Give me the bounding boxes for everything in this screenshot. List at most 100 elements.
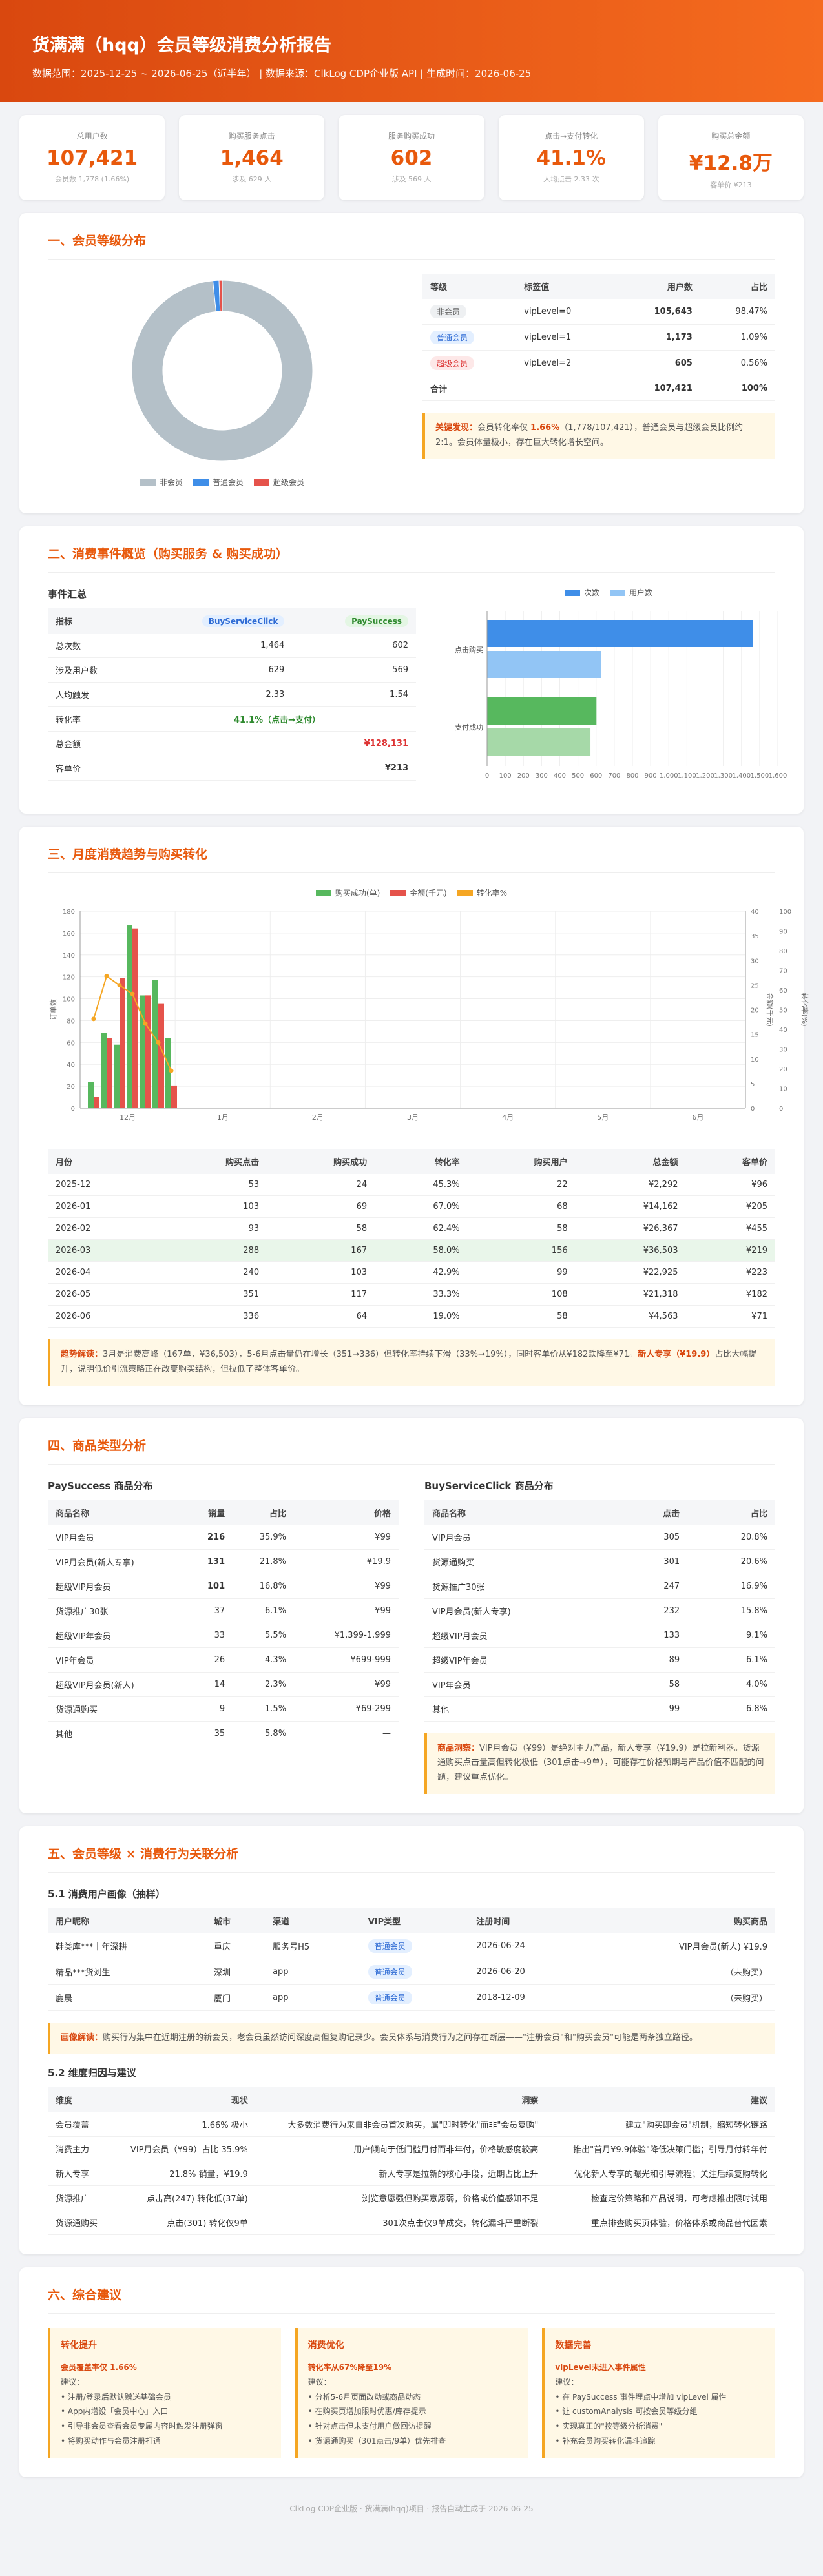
list-item: • 让 customAnalysis 可按会员等级分组 [555,2407,698,2416]
user-profile-table: 用户昵称 城市 渠道 VIP类型 注册时间 购买商品 鞋类库***十年深耕 重庆 服务号H5 普通… [48,1908,775,2011]
subsection-title: 事件汇总 [48,588,87,600]
y3-tick-label: 30 [779,1047,787,1054]
x-tick-label: 2月 [312,1113,324,1122]
y2-tick-label: 35 [751,933,759,940]
card-lead: 建议： [555,2377,579,2387]
bar-orders [101,1033,107,1108]
section-monthly-trend: 三、月度消费趋势与购买转化 购买成功(单) 金额(千元) 转化率% 0 20 40 6… [19,827,809,1405]
y3-tick-label: 20 [779,1066,787,1073]
y3-tick-label: 100 [779,909,791,916]
x-tick-label: 0 [485,772,489,779]
kpi-value: 41.1% [536,147,606,170]
x-tick-label: 400 [554,772,566,779]
table-row: 2026-01 103 69 67.0% 68 ¥14,162 ¥205 [48,1195,775,1218]
y3-tick-label: 60 [779,987,787,994]
x-tick-label: 800 [626,772,638,779]
card-title: 转化率从67%降至19% [307,2363,392,2373]
kpi-value: 107,421 [47,147,138,170]
section-vip-behavior: 五、会员等级 × 消费行为关联分析 5.1 消费用户画像（抽样） 用户昵称 城市渠… [19,1826,804,2254]
x-tick-label: 12月 [120,1113,136,1122]
card-title: 会员覆盖率仅 1.66% [61,2363,137,2373]
section-title: 四、商品类型分析 [48,1436,775,1465]
card-title: vipLevel未进入事件属性 [555,2363,646,2373]
table-row: 货源推广30张 37 6.1% ¥99 [48,1598,399,1623]
point-conversion [169,1068,174,1073]
level-badge: 普通会员 [430,331,475,344]
report-meta: 数据范围：2025-12-25 ~ 2026-06-25（近半年） | 数据来源… [32,68,532,79]
bar [487,728,591,756]
legend-item: 非会员 [140,477,183,488]
member-level-table: 等级 标签值 用户数 占比 非会员 vipLevel=0 105,643 98.47% 普通… [422,274,775,401]
y-axis-label: 订单数 [49,999,57,1020]
y3-axis-label: 转化率(%) [800,993,809,1026]
kpi-label: 购买服务点击 [228,132,275,141]
bar-amount [107,1038,112,1108]
profile-note: 画像解读：购买行为集中在近期注册的新会员，老会员虽然访问深度高但复购记录少。会员… [48,2022,775,2054]
table-row: 货源推广 点击高(247) 转化低(37单) 浏览意愿强但购买意愿弱，价格或价值感知… [48,2185,775,2210]
member-pie-chart [131,280,313,462]
monthly-table: 月份 购买点击 购买成功 转化率 购买用户 总金额 客单价 2025-12 53 24 45.3%… [48,1149,775,1328]
table-row: 超级会员 vipLevel=2 605 0.56% [422,350,775,376]
list-item: • 引导非会员查看会员专属内容时触发注册弹窗 [61,2422,223,2431]
recommendation-card: 消费优化 转化率从67%降至19% 建议： • 分析5-6月页面改动或商品动态 • 在购… [295,2327,528,2458]
recommendation-cards: 转化提升会员覆盖率仅 1.66% 建议： • 注册/登录后默认赠送基础会员 • App… [48,2327,776,2458]
y-tick-label: 160 [63,931,75,938]
x-tick-label: 100 [499,772,512,779]
card-heading: 转化提升 [61,2340,97,2351]
x-tick-label: 1,000 [660,772,678,779]
kpi-card: 服务购买成功 602 涉及 569 人 [339,115,484,200]
level-badge: 超级会员 [430,356,475,370]
list-item: • App内增设「会员中心」入口 [61,2407,169,2416]
kpi-sub: 客单价 ¥213 [710,181,752,189]
table-row: 货源通购买 9 1.5% ¥69-299 [48,1696,399,1722]
trend-chart-legend: 购买成功(单) 金额(千元) 转化率% [48,887,775,898]
bar-amount [145,995,151,1108]
table-row: 客单价 ¥213 [48,756,416,781]
trend-note: 趋势解读：3月是消费高峰（167单，¥36,503），5-6月点击量仍在增长（3… [48,1339,775,1386]
table-row: 人均触发 2.33 1.54 [48,682,416,707]
x-tick-label: 600 [590,772,602,779]
kpi-row: 总用户数 107,421 会员数 1,778 (1.66%) 购买服务点击 1,464… [19,115,804,200]
x-tick-label: 1,300 [714,772,733,779]
kpi-card: 总用户数 107,421 会员数 1,778 (1.66%) [19,115,165,200]
y-tick-label: 140 [63,953,75,960]
table-row: 消费主力 VIP月会员（¥99）占比 35.9% 用户倾向于低门槛月付而非年付，价格… [48,2136,775,2161]
x-tick-label: 1月 [217,1113,229,1122]
bar-amount [120,978,125,1108]
kpi-card: 购买服务点击 1,464 涉及 629 人 [179,115,325,200]
x-tick-label: 700 [608,772,620,779]
table-row: 非会员 vipLevel=0 105,643 98.47% [422,299,775,325]
table-row: 精品***货刘生 深圳 app 普通会员 2026-06-20 —（未购买） [48,1959,775,1985]
y2-tick-label: 10 [751,1056,759,1064]
list-item: • 注册/登录后默认赠送基础会员 [61,2392,171,2402]
y2-tick-label: 15 [751,1032,759,1039]
list-item: • 实现真正的"按等级分析消费" [555,2422,663,2431]
bar [487,697,597,725]
section-title: 二、消费事件概览（购买服务 & 购买成功） [48,544,775,573]
y3-tick-label: 80 [779,948,787,955]
x-tick-label: 4月 [502,1113,514,1122]
point-conversion [91,1016,96,1022]
x-tick-label: 6月 [692,1113,703,1122]
table-row: 新人专享 21.8% 销量，¥19.9 新人专享是拉新的核心手段，近期占比上升 优化新… [48,2161,775,2186]
table-row: 鞋类库***十年深耕 重庆 服务号H5 普通会员 2026-06-24 VIP月会员(新人… [48,1933,775,1959]
recommendation-card: 转化提升 会员覆盖率仅 1.66% 建议： • 注册/登录后默认赠送基础会员 • App… [48,2327,281,2458]
card-lead: 建议： [307,2377,331,2387]
y2-tick-label: 40 [751,909,759,916]
table-row: 2026-06 336 64 19.0% 58 ¥4,563 ¥71 [48,1305,775,1328]
section-product-analysis: 四、商品类型分析 PaySuccess 商品分布 商品名称 销量 占比 价格 VIP月会… [19,1417,804,1813]
kpi-value: 1,464 [220,147,284,170]
point-conversion [117,983,122,988]
table-row: VIP月会员(新人专享) 232 15.8% [424,1598,775,1623]
event-summary-table: 指标 BuyServiceClick PaySuccess 总次数 1,464 602 … [48,608,416,781]
x-tick-label: 1,500 [751,772,769,779]
y2-tick-label: 30 [751,958,759,965]
kpi-sub: 会员数 1,778 (1.66%) [55,175,130,183]
table-row: 其他 99 6.8% [424,1696,775,1722]
subsection-title: 5.1 消费用户画像（抽样） [48,1888,165,1900]
table-total-row: 合计 107,421 100% [422,376,775,401]
table-row: 2026-04 240 103 42.9% 99 ¥22,925 ¥223 [48,1261,775,1284]
pie-legend: 非会员 普通会员 超级会员 [48,477,397,488]
table-row: 2025-12 53 24 45.3% 22 ¥2,292 ¥96 [48,1174,775,1196]
product-note: 商品洞察：VIP月会员（¥99）是绝对主力产品，新人专享（¥19.9）是拉新利器… [424,1733,775,1794]
